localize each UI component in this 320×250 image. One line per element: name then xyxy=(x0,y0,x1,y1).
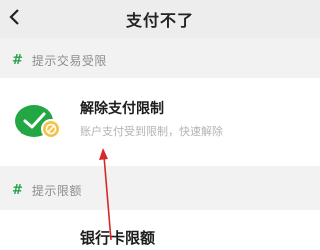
page-title: 支付不了 xyxy=(125,11,194,30)
section-label: 提示交易受限 xyxy=(31,53,107,68)
list-item-remove-payment-restriction[interactable]: 解除支付限制 账户支付受到限制，快速解除 xyxy=(0,78,320,166)
item-subtitle: 账户支付受到限制，快速解除 xyxy=(80,125,223,138)
nav-bar: 支付不了 xyxy=(0,0,320,38)
list-item-bank-card-limit[interactable]: 银行卡限额 xyxy=(0,210,320,250)
item-title: 解除支付限制 xyxy=(80,101,164,117)
section-label: 提示限额 xyxy=(31,183,82,198)
item-title: 银行卡限额 xyxy=(80,229,156,247)
section-header-transaction-restricted: # 提示交易受限 xyxy=(0,44,320,76)
hash-icon: # xyxy=(12,52,23,68)
wechat-pay-restricted-icon xyxy=(14,102,62,146)
hash-icon: # xyxy=(12,182,23,198)
section-header-limit: # 提示限额 xyxy=(0,174,320,206)
